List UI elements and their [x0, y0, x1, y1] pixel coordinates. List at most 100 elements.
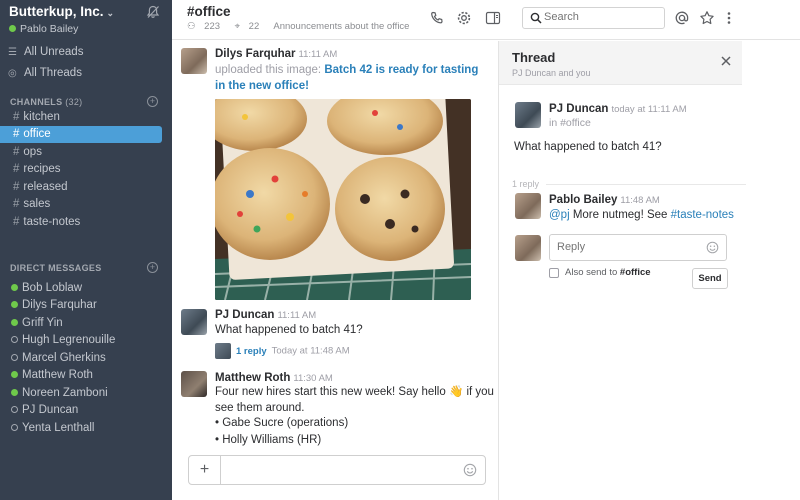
avatar[interactable] [515, 193, 541, 219]
message-timestamp[interactable]: 11:11 AM [277, 310, 316, 321]
all-unreads-label: All Unreads [24, 46, 84, 58]
channels-label: CHANNELS [10, 97, 63, 107]
close-icon[interactable] [720, 55, 732, 67]
channel-title[interactable]: #office [187, 4, 231, 19]
sidebar-item-dm[interactable]: Bob Loblaw [0, 280, 170, 297]
sidebar-item-kitchen[interactable]: # kitchen [0, 109, 162, 126]
team-name-label: Butterkup, Inc. [9, 4, 104, 19]
presence-away-icon [11, 354, 18, 361]
chevron-down-icon: ⌄ [106, 8, 115, 18]
message-timestamp[interactable]: 11:30 AM [293, 373, 332, 384]
avatar[interactable] [515, 102, 541, 128]
dm-label: Yenta Lenthall [22, 422, 95, 434]
wave-emoji-icon: 👋 [448, 386, 464, 398]
avatar[interactable] [181, 48, 207, 74]
hash-icon: # [13, 111, 20, 123]
cookie-image[interactable] [215, 99, 471, 300]
gear-icon[interactable] [456, 10, 472, 26]
message-timestamp[interactable]: 11:48 AM [620, 195, 659, 206]
channel-label: recipes [23, 163, 61, 175]
channel-link[interactable]: #taste-notes [671, 209, 734, 221]
emoji-icon[interactable] [463, 463, 477, 477]
message-author[interactable]: Dilys Farquhar 11:11 AM [215, 48, 337, 60]
sidebar-item-dm[interactable]: Yenta Lenthall [0, 420, 170, 437]
message-author[interactable]: Matthew Roth 11:30 AM [215, 372, 333, 384]
search-input[interactable] [544, 11, 659, 23]
channel-label: released [23, 181, 68, 193]
sidebar-item-sales[interactable]: # sales [0, 196, 162, 213]
sidebar-item-taste-notes[interactable]: # taste-notes [0, 214, 162, 231]
message-author[interactable]: PJ Duncan today at 11:11 AM [549, 103, 687, 115]
sidebar-item-dm[interactable]: Hugh Legrenouille [0, 332, 170, 349]
mention-icon[interactable] [674, 10, 690, 26]
sidebar-item-dm[interactable]: Matthew Roth [0, 367, 170, 384]
message-body: @pj More nutmeg! See #taste-notes [549, 207, 734, 223]
author-name: Matthew Roth [215, 372, 291, 384]
cookie-photo [215, 99, 471, 300]
add-dm-icon[interactable]: + [147, 262, 158, 273]
sidebar-item-dm[interactable]: Dilys Farquhar [0, 297, 170, 314]
phone-icon[interactable] [429, 10, 445, 26]
thread-title: Thread [512, 50, 556, 65]
unreads-icon: ☰ [8, 47, 17, 58]
pins-count[interactable]: ⌖ 22 [235, 21, 266, 32]
add-attachment-button[interactable]: + [189, 456, 221, 484]
sidebar-item-all-unreads[interactable]: ☰ All Unreads [8, 46, 83, 58]
message-text: More nutmeg! See [569, 209, 671, 221]
dm-label: Dilys Farquhar [22, 299, 97, 311]
message-timestamp[interactable]: 11:11 AM [299, 49, 338, 60]
pins-count-value: 22 [248, 21, 260, 32]
sidebar-item-dm[interactable]: PJ Duncan [0, 402, 170, 419]
message-body: Four new hires start this new week! Say … [215, 384, 495, 400]
avatar[interactable] [181, 371, 207, 397]
team-name[interactable]: Butterkup, Inc. ⌄ [9, 4, 114, 19]
pin-icon: ⌖ [234, 21, 241, 32]
thread-channel-link[interactable]: in #office [549, 115, 591, 131]
star-icon[interactable] [699, 10, 715, 26]
add-channel-icon[interactable]: + [147, 96, 158, 107]
sidebar-item-dm[interactable]: Marcel Gherkins [0, 350, 170, 367]
sidebar-item-dm[interactable]: Griff Yin [0, 315, 170, 332]
bell-off-icon[interactable] [146, 5, 160, 19]
sidebar-item-dm[interactable]: Noreen Zamboni [0, 385, 170, 402]
channel-header: #office ⚇ 223 ⌖ 22 Announcements about t… [172, 0, 800, 40]
current-user-name: Pablo Bailey [20, 23, 79, 35]
user-mention[interactable]: @pj [549, 209, 570, 221]
reply-input[interactable] [557, 241, 697, 253]
channels-count: (32) [65, 97, 83, 107]
sidebar-item-ops[interactable]: # ops [0, 144, 162, 161]
direct-messages-label: DIRECT MESSAGES [10, 263, 102, 273]
sidebar-toggle-icon[interactable] [485, 10, 501, 26]
message-composer[interactable]: + [188, 455, 486, 485]
sidebar-item-all-threads[interactable]: ◎ All Threads [8, 67, 82, 79]
reply-count-link[interactable]: 1 reply [236, 346, 267, 357]
all-threads-label: All Threads [24, 67, 82, 79]
direct-messages-header[interactable]: DIRECT MESSAGES [10, 263, 102, 273]
channel-label: kitchen [23, 111, 60, 123]
message-author[interactable]: PJ Duncan 11:11 AM [215, 309, 316, 321]
thread-reply-box[interactable] [549, 234, 727, 261]
presence-away-icon [11, 336, 18, 343]
thread-reply-summary[interactable]: 1 reply Today at 11:48 AM [215, 343, 350, 359]
send-button[interactable]: Send [692, 268, 728, 289]
also-send-checkbox[interactable] [549, 268, 559, 278]
current-user[interactable]: Pablo Bailey [9, 23, 78, 35]
emoji-icon[interactable] [706, 241, 719, 254]
avatar[interactable] [181, 309, 207, 335]
also-send-channel: #office [619, 267, 651, 278]
message-timestamp[interactable]: today at 11:11 AM [611, 104, 686, 115]
message-body: What happened to batch 41? [215, 324, 363, 336]
sidebar-item-released[interactable]: # released [0, 179, 162, 196]
channel-meta: ⚇ 223 ⌖ 22 Announcements about the offic… [187, 21, 415, 32]
message-author[interactable]: Pablo Bailey 11:48 AM [549, 194, 660, 206]
members-count[interactable]: ⚇ 223 [187, 21, 226, 32]
also-send-prefix: Also send to [565, 267, 620, 278]
hash-icon: # [13, 198, 20, 210]
more-vertical-icon[interactable] [721, 10, 737, 26]
search-box[interactable] [522, 7, 665, 29]
sidebar-item-recipes[interactable]: # recipes [0, 161, 162, 178]
presence-online-icon [11, 371, 18, 378]
dm-label: PJ Duncan [22, 404, 79, 416]
sidebar-item-office[interactable]: # office [0, 126, 162, 143]
channels-header[interactable]: CHANNELS (32) [10, 97, 82, 107]
